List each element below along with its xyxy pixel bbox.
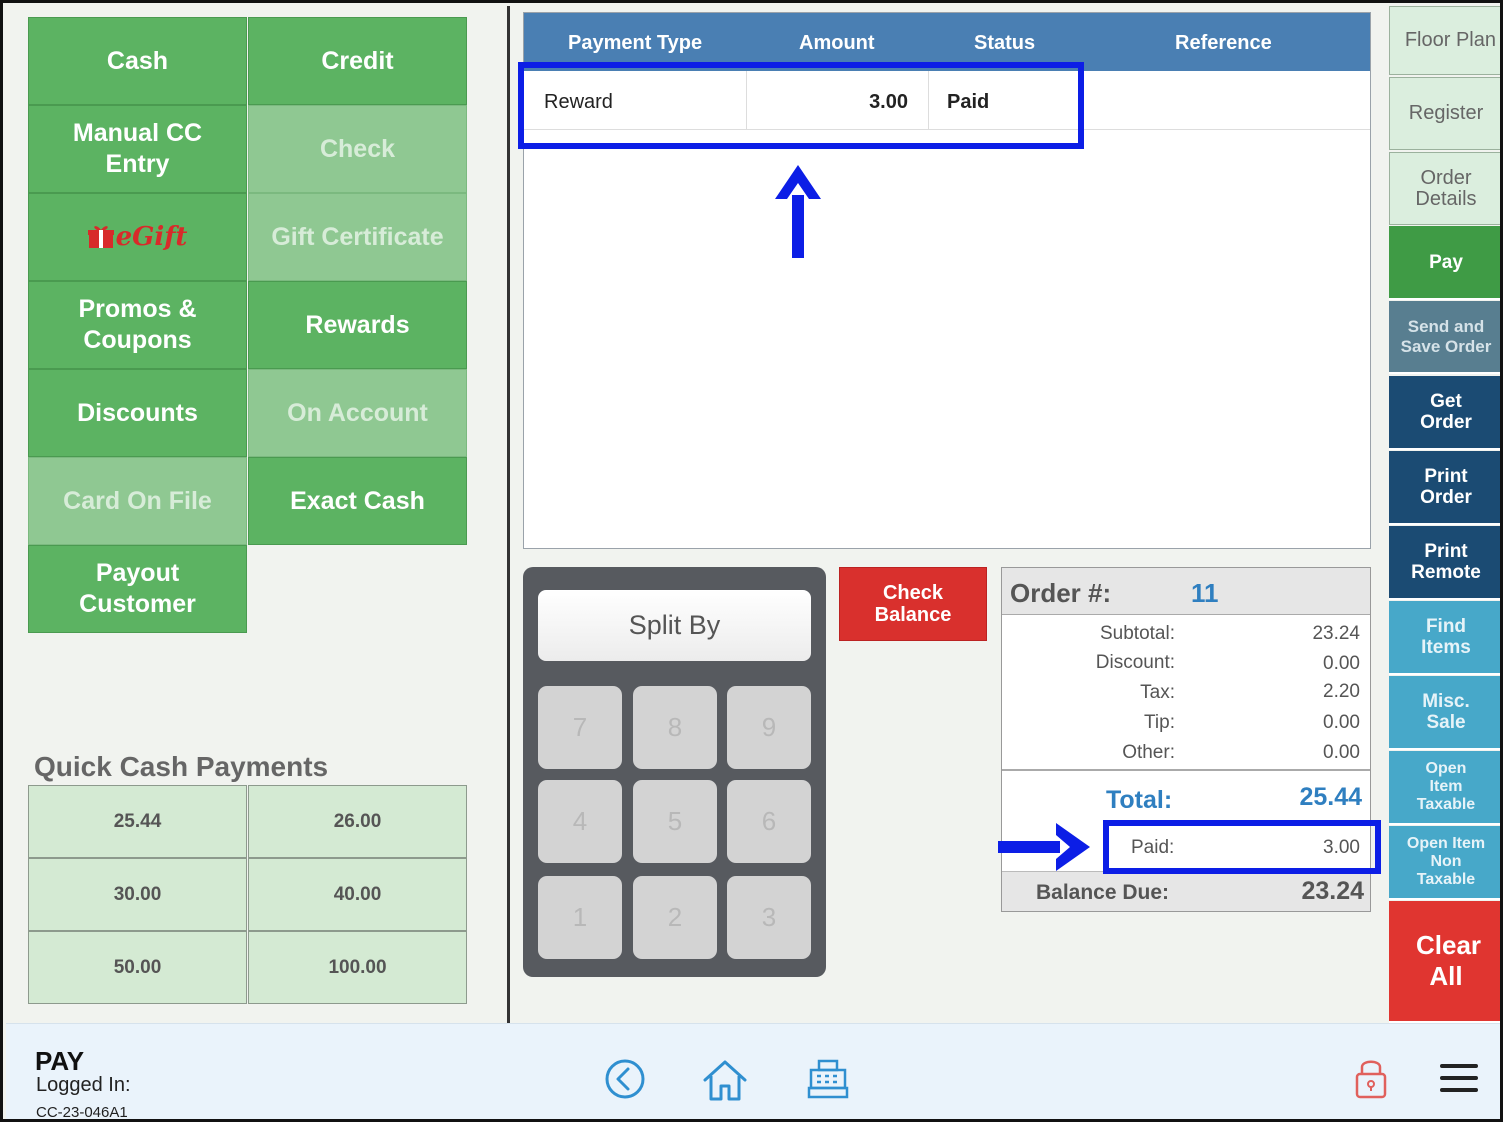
header-payment-type: Payment Type	[568, 32, 703, 54]
register-button[interactable]: Register	[1389, 77, 1500, 150]
open-item-non-taxable-label: Open Item Non Taxable	[1406, 835, 1486, 888]
payout-customer-button[interactable]: Payout Customer	[28, 545, 247, 633]
egift-button[interactable]: eGift	[28, 193, 247, 281]
clear-all-button[interactable]: Clear All	[1389, 901, 1500, 1023]
keypad: Split By 7 8 9 4 5 6 1 2 3	[523, 567, 826, 977]
clear-all-label: Clear All	[1416, 930, 1482, 991]
order-details-button[interactable]: Order Details	[1389, 152, 1500, 225]
quick-cash-button[interactable]: 40.00	[248, 858, 467, 931]
keypad-key[interactable]: 2	[633, 876, 717, 959]
credit-button[interactable]: Credit	[248, 17, 467, 105]
send-save-order-button[interactable]: Send and Save Order	[1389, 301, 1500, 374]
screen-title: PAY	[35, 1046, 85, 1076]
keypad-key[interactable]: 5	[633, 780, 717, 863]
misc-sale-button[interactable]: Misc. Sale	[1389, 676, 1500, 750]
hamburger-menu-icon[interactable]	[1440, 1062, 1478, 1094]
open-item-non-taxable-button[interactable]: Open Item Non Taxable	[1389, 826, 1500, 900]
tax-value: 2.20	[1323, 681, 1360, 702]
quick-cash-button[interactable]: 50.00	[28, 931, 247, 1004]
quick-cash-button[interactable]: 100.00	[248, 931, 467, 1004]
logged-in-label: Logged In:	[36, 1074, 131, 1096]
keypad-key[interactable]: 6	[727, 780, 811, 863]
misc-sale-label: Misc. Sale	[1422, 691, 1470, 733]
quick-cash-button[interactable]: 26.00	[248, 785, 467, 858]
keypad-key[interactable]: 9	[727, 686, 811, 769]
order-number-header: Order #: 11	[1002, 568, 1370, 615]
on-account-button[interactable]: On Account	[248, 369, 467, 457]
find-items-button[interactable]: Find Items	[1389, 601, 1500, 675]
discount-label: Discount:	[1095, 652, 1175, 673]
cash-button[interactable]: Cash	[28, 17, 247, 105]
keypad-key[interactable]: 3	[727, 876, 811, 959]
tax-label: Tax:	[1140, 682, 1175, 703]
subtotal-label: Subtotal:	[1100, 623, 1175, 644]
check-button[interactable]: Check	[248, 105, 467, 193]
order-number-label: Order #:	[1010, 578, 1112, 608]
keypad-key[interactable]: 4	[538, 780, 622, 863]
promos-coupons-button[interactable]: Promos & Coupons	[28, 281, 247, 369]
total-value: 25.44	[1299, 783, 1362, 811]
rewards-button[interactable]: Rewards	[248, 281, 467, 369]
gift-certificate-button[interactable]: Gift Certificate	[248, 193, 467, 281]
total-label: Total:	[1106, 786, 1173, 814]
payment-row-highlight	[518, 62, 1084, 149]
manual-cc-entry-button[interactable]: Manual CC Entry	[28, 105, 247, 193]
quick-cash-button[interactable]: 30.00	[28, 858, 247, 931]
get-order-button[interactable]: Get Order	[1389, 376, 1500, 450]
home-icon[interactable]	[702, 1058, 748, 1102]
paid-highlight	[1103, 820, 1381, 874]
egift-label: eGift	[115, 221, 188, 252]
subtotal-value: 23.24	[1312, 623, 1360, 644]
balance-due-value: 23.24	[1301, 877, 1364, 905]
gift-box-icon	[87, 226, 114, 248]
check-balance-label: Check Balance	[874, 582, 952, 626]
exact-cash-button[interactable]: Exact Cash	[248, 457, 467, 545]
header-reference: Reference	[1175, 32, 1272, 54]
payment-methods-panel: Cash Credit Manual CC Entry Check eGift …	[6, 6, 484, 1021]
summary-divider	[1002, 769, 1370, 771]
other-label: Other:	[1122, 742, 1175, 763]
lock-icon[interactable]	[1354, 1056, 1388, 1100]
discounts-button[interactable]: Discounts	[28, 369, 247, 457]
balance-due-label: Balance Due:	[1036, 881, 1170, 904]
open-item-taxable-button[interactable]: Open Item Taxable	[1389, 751, 1500, 825]
pos-screen: Cash Credit Manual CC Entry Check eGift …	[0, 0, 1503, 1122]
quick-cash-button[interactable]: 25.44	[28, 785, 247, 858]
right-navigation: Floor Plan Register Order Details Pay Se…	[1389, 6, 1500, 1023]
register-icon[interactable]	[807, 1058, 849, 1100]
get-order-label: Get Order	[1420, 391, 1472, 433]
arrow-right-icon	[998, 823, 1090, 871]
header-amount: Amount	[799, 32, 875, 54]
split-by-button[interactable]: Split By	[538, 590, 811, 661]
balance-due-row: Balance Due: 23.24	[1002, 871, 1370, 911]
floor-plan-button[interactable]: Floor Plan	[1389, 6, 1500, 75]
panel-divider	[507, 6, 510, 1023]
other-value: 0.00	[1323, 742, 1360, 763]
check-balance-button[interactable]: Check Balance	[839, 567, 987, 641]
print-order-label: Print Order	[1420, 466, 1472, 508]
keypad-key[interactable]: 7	[538, 686, 622, 769]
print-remote-button[interactable]: Print Remote	[1389, 526, 1500, 600]
device-id: CC-23-046A1	[36, 1104, 128, 1121]
order-number: 11	[1191, 578, 1219, 608]
back-circle-icon[interactable]	[604, 1058, 646, 1100]
header-status: Status	[974, 32, 1036, 54]
open-item-taxable-label: Open Item Taxable	[1416, 760, 1476, 813]
keypad-key[interactable]: 8	[633, 686, 717, 769]
quick-cash-title: Quick Cash Payments	[34, 751, 329, 782]
find-items-label: Find Items	[1421, 616, 1471, 658]
footer-bar: PAY Logged In: CC-23-046A1	[6, 1023, 1500, 1121]
print-order-button[interactable]: Print Order	[1389, 451, 1500, 525]
tip-label: Tip:	[1144, 712, 1175, 733]
pay-button[interactable]: Pay	[1389, 226, 1500, 300]
card-on-file-button[interactable]: Card On File	[28, 457, 247, 545]
discount-value: 0.00	[1323, 653, 1360, 674]
arrow-up-icon	[775, 165, 821, 258]
tip-value: 0.00	[1323, 712, 1360, 733]
keypad-key[interactable]: 1	[538, 876, 622, 959]
